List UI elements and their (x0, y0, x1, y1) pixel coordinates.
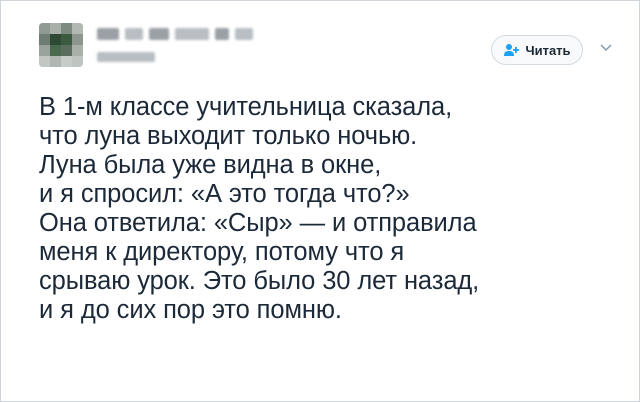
follow-button-label: Читать (525, 42, 571, 58)
tweet-card: Читать В 1-м классе учительница сказала,… (0, 0, 640, 402)
follow-person-plus-icon (503, 43, 520, 57)
author-info-blurred (97, 28, 253, 62)
tweet-line: и я спросил: «А это тогда что?» (39, 180, 410, 208)
author-name-blurred[interactable] (97, 28, 253, 40)
tweet-line: что луна выходит только ночью. (39, 122, 418, 150)
chevron-down-icon (600, 39, 612, 57)
tweet-line: В 1-м классе учительница сказала, (39, 93, 453, 121)
tweet-menu-button[interactable] (599, 41, 613, 55)
tweet-text: В 1-м классе учительница сказала, что лу… (39, 93, 619, 325)
tweet-line: Луна была уже видна в окне, (39, 151, 382, 179)
author-handle-blurred[interactable] (97, 52, 253, 62)
tweet-line: меня к директору, потому что я (39, 238, 405, 266)
follow-button[interactable]: Читать (491, 35, 583, 65)
tweet-line: Она ответила: «Сыр» — и отправила (39, 209, 477, 237)
avatar[interactable] (39, 23, 83, 67)
tweet-header: Читать (39, 23, 613, 83)
tweet-line: и я до сих пор это помню. (39, 296, 342, 324)
tweet-line: срываю урок. Это было 30 лет назад, (39, 267, 480, 295)
